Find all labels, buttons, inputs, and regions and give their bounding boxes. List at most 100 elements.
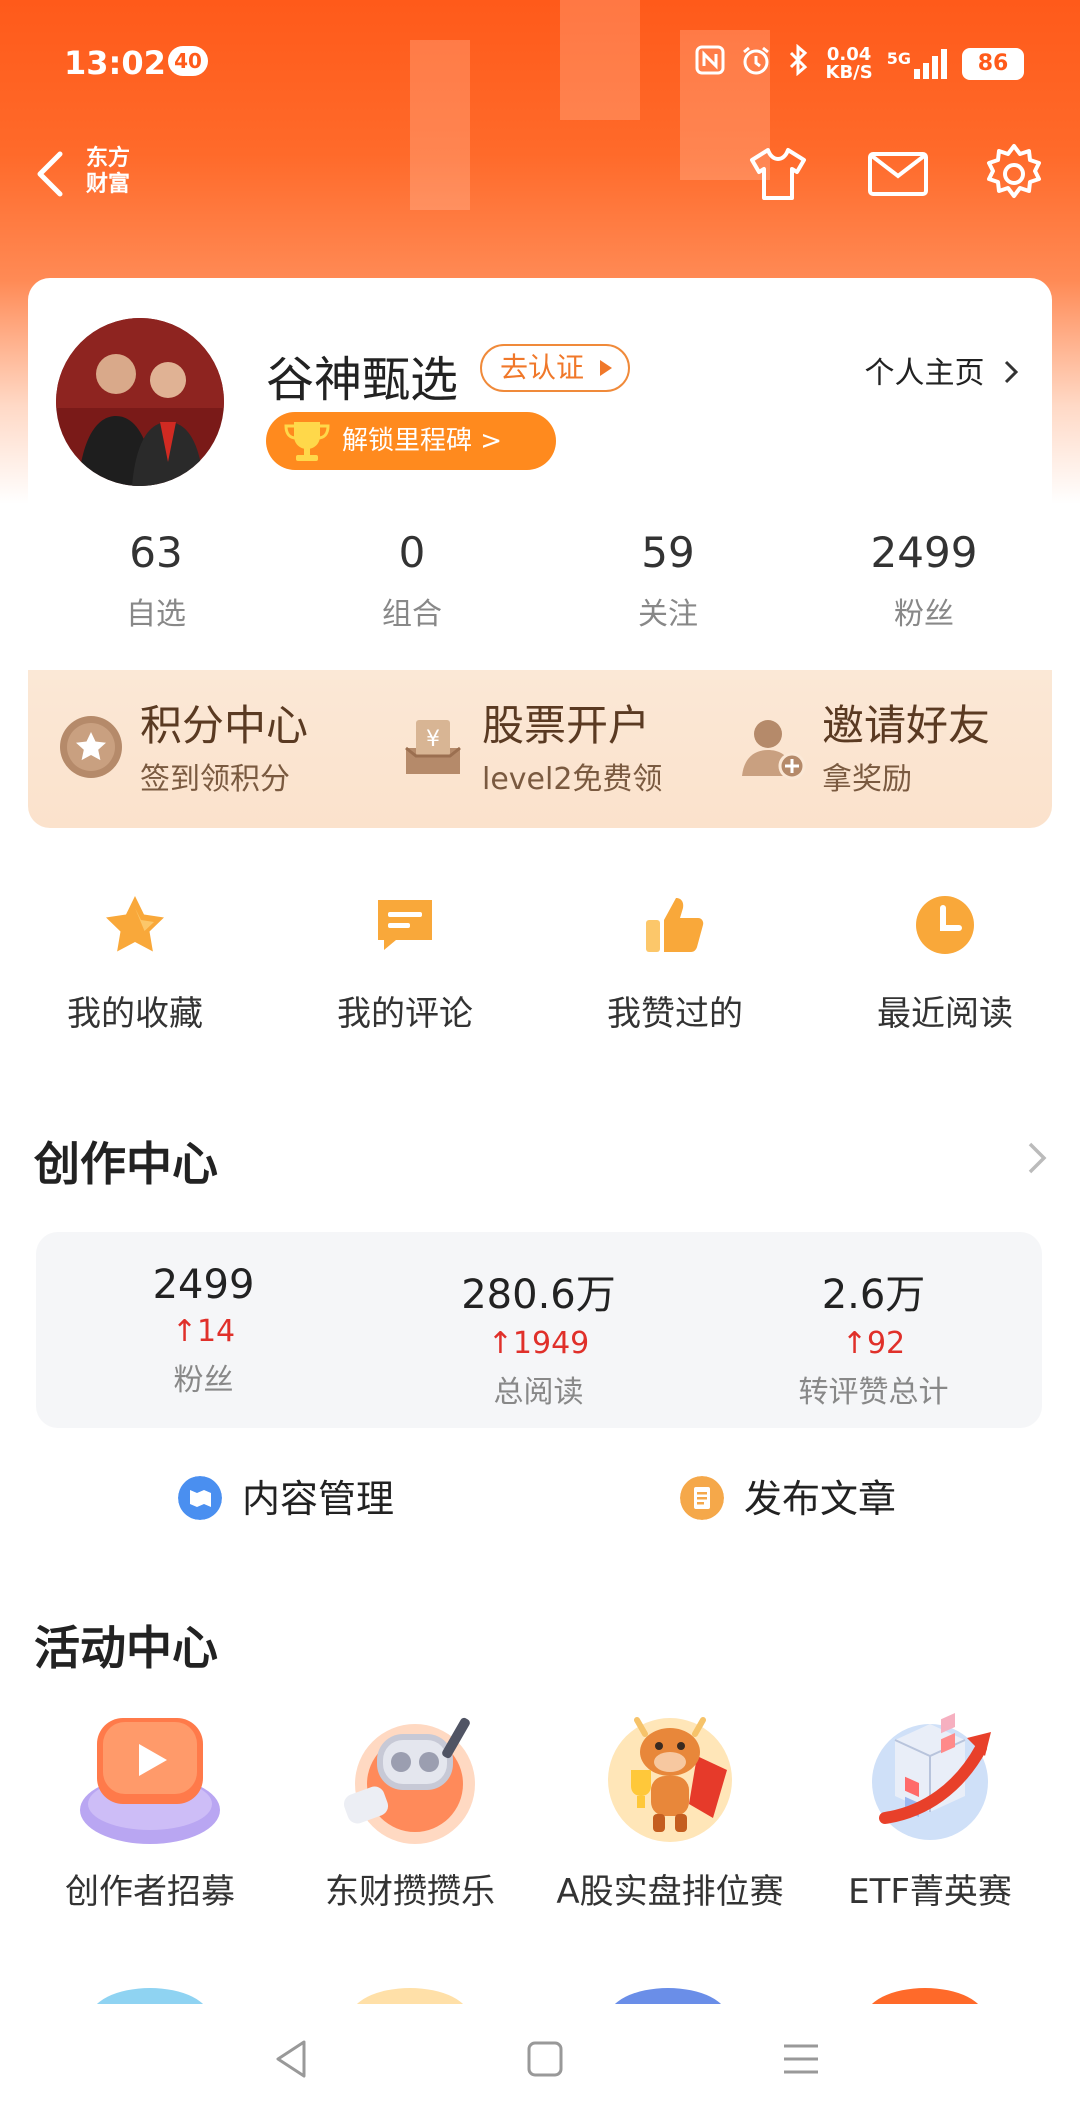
activity-creator-recruit[interactable]: 创作者招募 xyxy=(20,1700,280,1913)
arrow-up-icon: ↑ xyxy=(171,1314,197,1349)
arrow-up-icon: ↑ xyxy=(841,1326,867,1361)
creation-stats-card: 2499 ↑14 粉丝 280.6万 ↑1949 总阅读 2.6万 ↑92 转评… xyxy=(36,1232,1042,1428)
delta-value: 92 xyxy=(866,1326,906,1361)
nav-home-icon[interactable] xyxy=(520,2034,570,2084)
play-box-icon xyxy=(80,1718,220,1844)
creation-stat-delta: ↑14 xyxy=(36,1314,371,1349)
arrow-up-icon: ↑ xyxy=(487,1326,513,1361)
creation-stat-label: 粉丝 xyxy=(173,1363,234,1398)
delta-value: 14 xyxy=(196,1314,236,1349)
quick-action-favorites[interactable]: 我的收藏 xyxy=(0,890,270,1035)
creation-stat-delta: ↑1949 xyxy=(371,1326,706,1361)
stat-following[interactable]: 59 关注 xyxy=(540,528,796,633)
publish-article-icon xyxy=(680,1476,724,1520)
content-management-button[interactable]: 内容管理 xyxy=(178,1466,418,1526)
quick-action-label: 我的收藏 xyxy=(67,994,203,1034)
status-time: 13:02 xyxy=(64,44,166,82)
creation-stat-value: 280.6万 xyxy=(461,1272,616,1318)
creation-stat-engagements[interactable]: 2.6万 ↑92 转评赞总计 xyxy=(706,1232,1041,1428)
quick-action-recent-reads[interactable]: 最近阅读 xyxy=(810,890,1080,1035)
network-type: 5G xyxy=(886,48,911,68)
nav-back-icon[interactable] xyxy=(268,2034,318,2084)
creation-stat-value: 2.6万 xyxy=(821,1272,926,1318)
stat-value: 59 xyxy=(641,528,695,577)
tshirt-icon[interactable] xyxy=(746,142,810,206)
stat-followers[interactable]: 2499 粉丝 xyxy=(796,528,1052,633)
stat-label: 粉丝 xyxy=(894,597,954,632)
quick-action-liked[interactable]: 我赞过的 xyxy=(540,890,810,1035)
stat-value: 2499 xyxy=(870,528,978,577)
promo-points-center[interactable]: 积分中心 签到领积分 xyxy=(56,692,356,808)
activity-a-share-ranking[interactable]: A股实盘排位赛 xyxy=(540,1700,800,1913)
brand-line1: 东方 xyxy=(86,146,131,171)
clock-icon xyxy=(916,896,974,954)
add-friend-icon xyxy=(742,720,806,780)
stat-value: 63 xyxy=(129,528,183,577)
brand-logo: 东方 财富 xyxy=(86,146,130,198)
bluetooth-icon xyxy=(786,43,812,83)
content-management-icon xyxy=(178,1476,222,1520)
publish-article-button[interactable]: 发布文章 xyxy=(680,1466,920,1526)
activity-save-fun[interactable]: 东财攒攒乐 xyxy=(280,1700,540,1913)
activity-etf-elite[interactable]: ETF菁英赛 xyxy=(800,1700,1060,1913)
homepage-link[interactable]: 个人主页 xyxy=(864,348,1022,392)
quick-action-label: 我的评论 xyxy=(337,994,473,1034)
avatar[interactable] xyxy=(56,318,224,486)
star-icon xyxy=(106,896,164,952)
activity-label: ETF菁英赛 xyxy=(848,1872,1012,1912)
verify-button[interactable]: 去认证 xyxy=(480,344,631,392)
publish-article-label: 发布文章 xyxy=(744,1477,897,1521)
milestone-button[interactable]: 解锁里程碑 > xyxy=(266,412,556,470)
quick-action-comments[interactable]: 我的评论 xyxy=(270,890,540,1035)
quick-action-label: 最近阅读 xyxy=(877,994,1013,1034)
user-name: 谷神甄选 xyxy=(266,352,459,408)
creation-stat-delta: ↑92 xyxy=(706,1326,1041,1361)
activity-label: 东财攒攒乐 xyxy=(325,1872,495,1912)
net-speed-value: 0.04 xyxy=(826,43,872,65)
quick-actions: 我的收藏 我的评论 我赞过的 最近阅读 xyxy=(0,890,1080,1035)
promo-invite-friends[interactable]: 邀请好友 拿奖励 xyxy=(738,692,1038,808)
mail-icon[interactable] xyxy=(866,142,930,206)
creation-stat-followers[interactable]: 2499 ↑14 粉丝 xyxy=(36,1232,371,1428)
stat-portfolio[interactable]: 0 组合 xyxy=(284,528,540,633)
chevron-right-icon[interactable] xyxy=(1016,1138,1056,1178)
promo-title: 邀请好友 xyxy=(822,701,991,750)
creation-actions: 内容管理 发布文章 xyxy=(0,1466,1080,1526)
activity-label: A股实盘排位赛 xyxy=(556,1872,784,1912)
activity-center-title: 活动中心 xyxy=(34,1621,218,1675)
content-management-label: 内容管理 xyxy=(242,1477,395,1521)
top-toolbar: 东方 财富 xyxy=(0,130,1080,220)
creation-center-title: 创作中心 xyxy=(34,1137,218,1191)
delta-value: 1949 xyxy=(512,1326,590,1361)
notification-count-badge: 40 xyxy=(168,46,208,76)
system-nav-bar xyxy=(0,2004,1080,2120)
promo-open-account[interactable]: ¥ 股票开户 level2免费领 xyxy=(398,692,698,808)
cube-chart-icon xyxy=(872,1713,991,1840)
stat-value: 0 xyxy=(398,528,426,577)
earbuds-icon xyxy=(343,1717,475,1844)
alarm-icon xyxy=(740,44,772,83)
settings-gear-icon[interactable] xyxy=(982,142,1046,206)
creation-stat-value: 2499 xyxy=(152,1262,255,1308)
thumbs-up-icon xyxy=(646,898,704,952)
promo-title: 积分中心 xyxy=(140,701,309,750)
activity-list: 创作者招募 东财攒攒乐 A股实盘排位赛 ETF菁英赛 xyxy=(0,1700,1080,1913)
svg-text:¥: ¥ xyxy=(426,727,440,752)
creation-stat-label: 总阅读 xyxy=(493,1375,584,1410)
promo-subtitle: 拿奖励 xyxy=(822,762,912,797)
nav-menu-icon[interactable] xyxy=(776,2034,826,2084)
back-icon[interactable] xyxy=(22,144,82,204)
trophy-icon xyxy=(284,422,330,461)
battery-indicator: 86 xyxy=(962,47,1024,80)
star-coin-icon xyxy=(60,716,122,778)
net-speed-unit: KB/S xyxy=(825,61,873,83)
creation-stat-total-reads[interactable]: 280.6万 ↑1949 总阅读 xyxy=(371,1232,706,1428)
stat-watchlist[interactable]: 63 自选 xyxy=(28,528,284,633)
stat-label: 关注 xyxy=(638,597,698,632)
stat-label: 自选 xyxy=(126,597,186,632)
milestone-label: 解锁里程碑 > xyxy=(342,426,503,456)
promo-subtitle: level2免费领 xyxy=(482,762,663,797)
profile-stats: 63 自选 0 组合 59 关注 2499 粉丝 xyxy=(28,528,1052,633)
homepage-label: 个人主页 xyxy=(864,356,985,391)
chevron-right-icon xyxy=(1004,360,1019,384)
